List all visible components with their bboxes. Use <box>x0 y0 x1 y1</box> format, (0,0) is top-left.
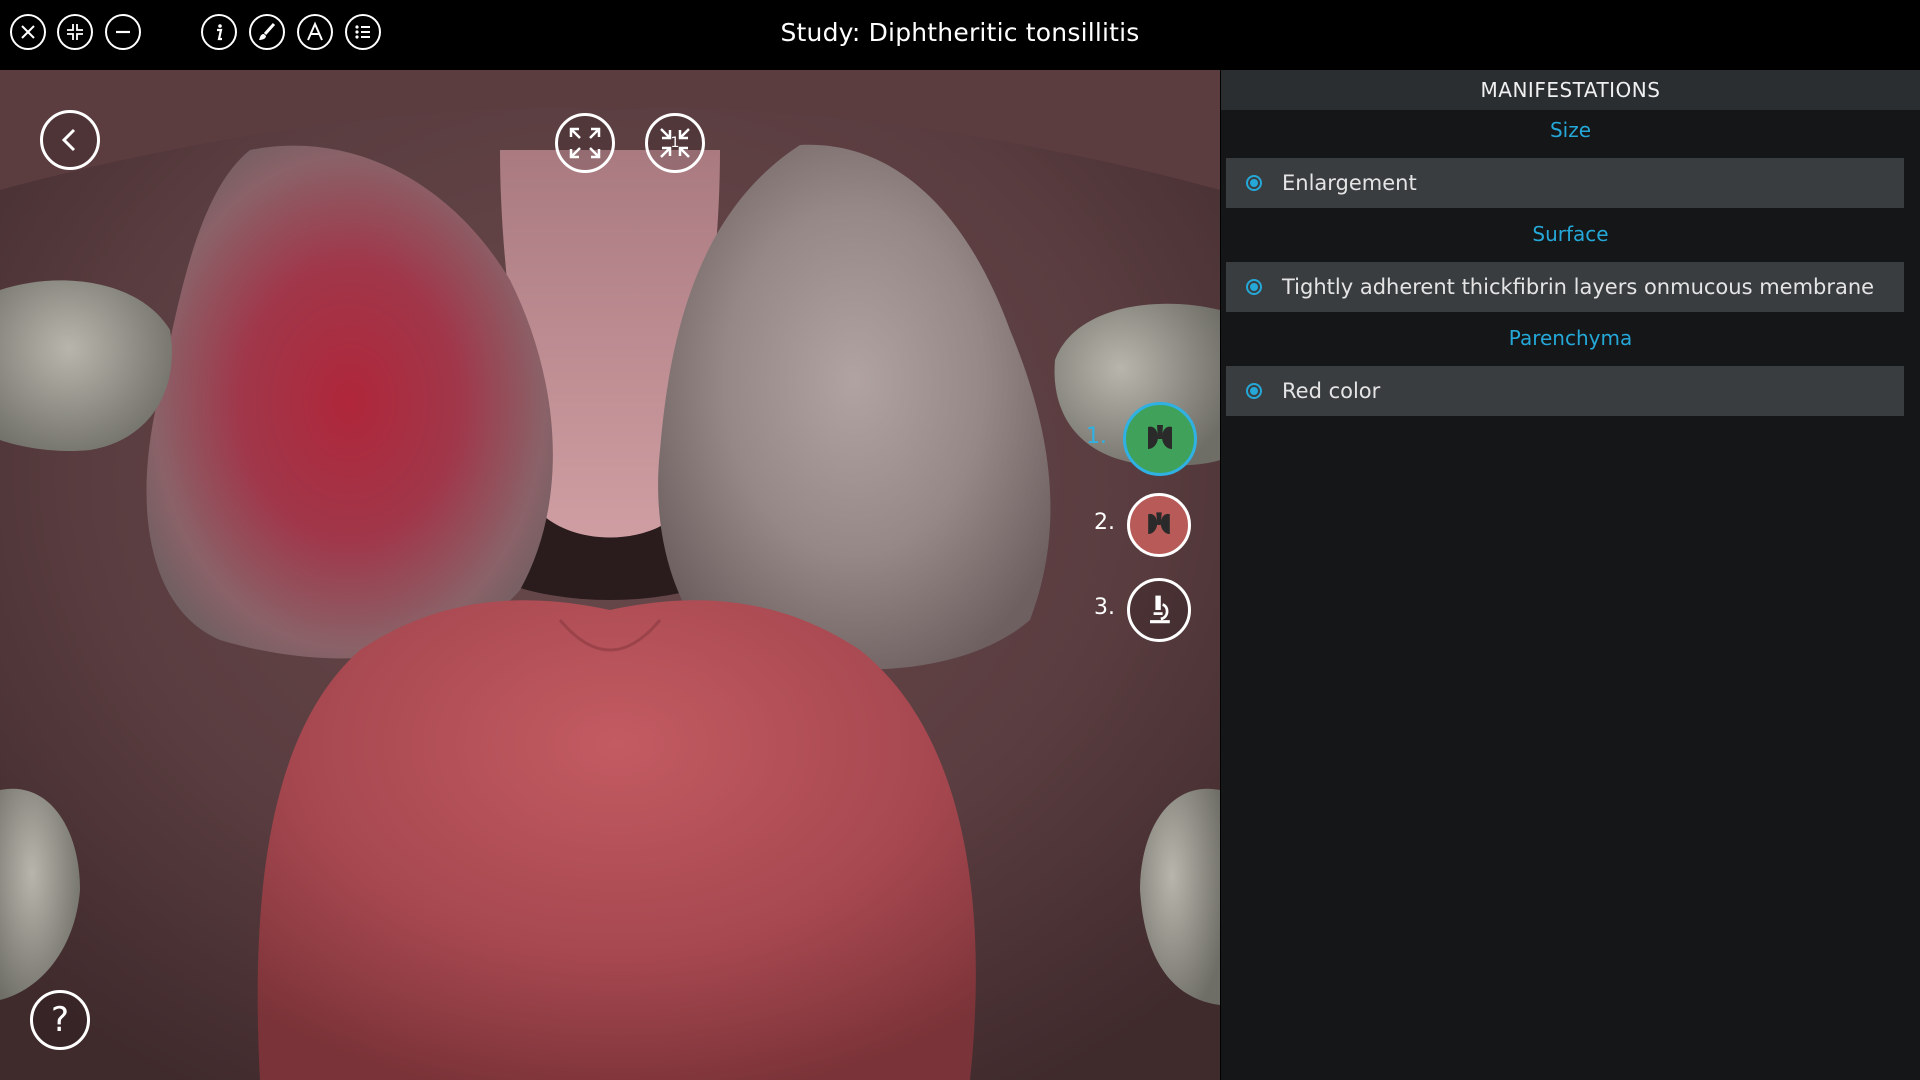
throat-3d-scene <box>0 70 1220 1080</box>
radio-icon[interactable] <box>1246 175 1262 191</box>
help-button[interactable]: ? <box>30 990 90 1050</box>
step-3-button[interactable] <box>1127 578 1191 642</box>
section-title-size: Size <box>1549 118 1592 142</box>
step-2-button[interactable] <box>1127 493 1191 557</box>
step-2-number: 2. <box>1094 510 1115 535</box>
manifestation-label: Red color <box>1282 379 1381 403</box>
expand-icon <box>569 127 601 159</box>
manifestation-label: Enlargement <box>1282 171 1417 195</box>
radio-icon[interactable] <box>1246 279 1262 295</box>
section-title-parenchyma: Parenchyma <box>1508 326 1633 350</box>
expand-view-button[interactable] <box>555 113 615 173</box>
manifestations-panel: MANIFESTATIONS Size Enlargement Surface … <box>1221 70 1920 1080</box>
help-icon: ? <box>50 1000 70 1040</box>
radio-icon[interactable] <box>1246 383 1262 399</box>
top-bar: Study: Diphtheritic tonsillitis <box>0 0 1920 68</box>
manifestation-row-red-color[interactable]: Red color <box>1226 366 1904 416</box>
manifestation-row-fibrin-layers[interactable]: Tightly adherent thickfibrin layers onmu… <box>1226 262 1904 312</box>
step-1-number: 1. <box>1086 424 1107 449</box>
back-button[interactable] <box>40 110 100 170</box>
panel-header: MANIFESTATIONS <box>1221 70 1920 110</box>
collapse-view-number: 1 <box>670 135 680 151</box>
step-3-number: 3. <box>1094 595 1115 620</box>
section-title-surface: Surface <box>1532 222 1609 246</box>
back-arrow-icon <box>61 128 76 152</box>
window-title: Study: Diphtheritic tonsillitis <box>780 18 1140 47</box>
microscope-icon <box>1150 595 1170 624</box>
tonsil-icon <box>1148 425 1172 449</box>
manifestation-row-enlargement[interactable]: Enlargement <box>1226 158 1904 208</box>
manifestation-label: Tightly adherent thickfibrin layers onmu… <box>1282 275 1875 299</box>
step-1-button[interactable] <box>1123 402 1197 476</box>
anatomy-viewport[interactable]: 1 1. 2. 3. ? <box>0 70 1220 1080</box>
collapse-view-button[interactable]: 1 <box>645 113 705 173</box>
tonsil-icon <box>1148 512 1170 534</box>
